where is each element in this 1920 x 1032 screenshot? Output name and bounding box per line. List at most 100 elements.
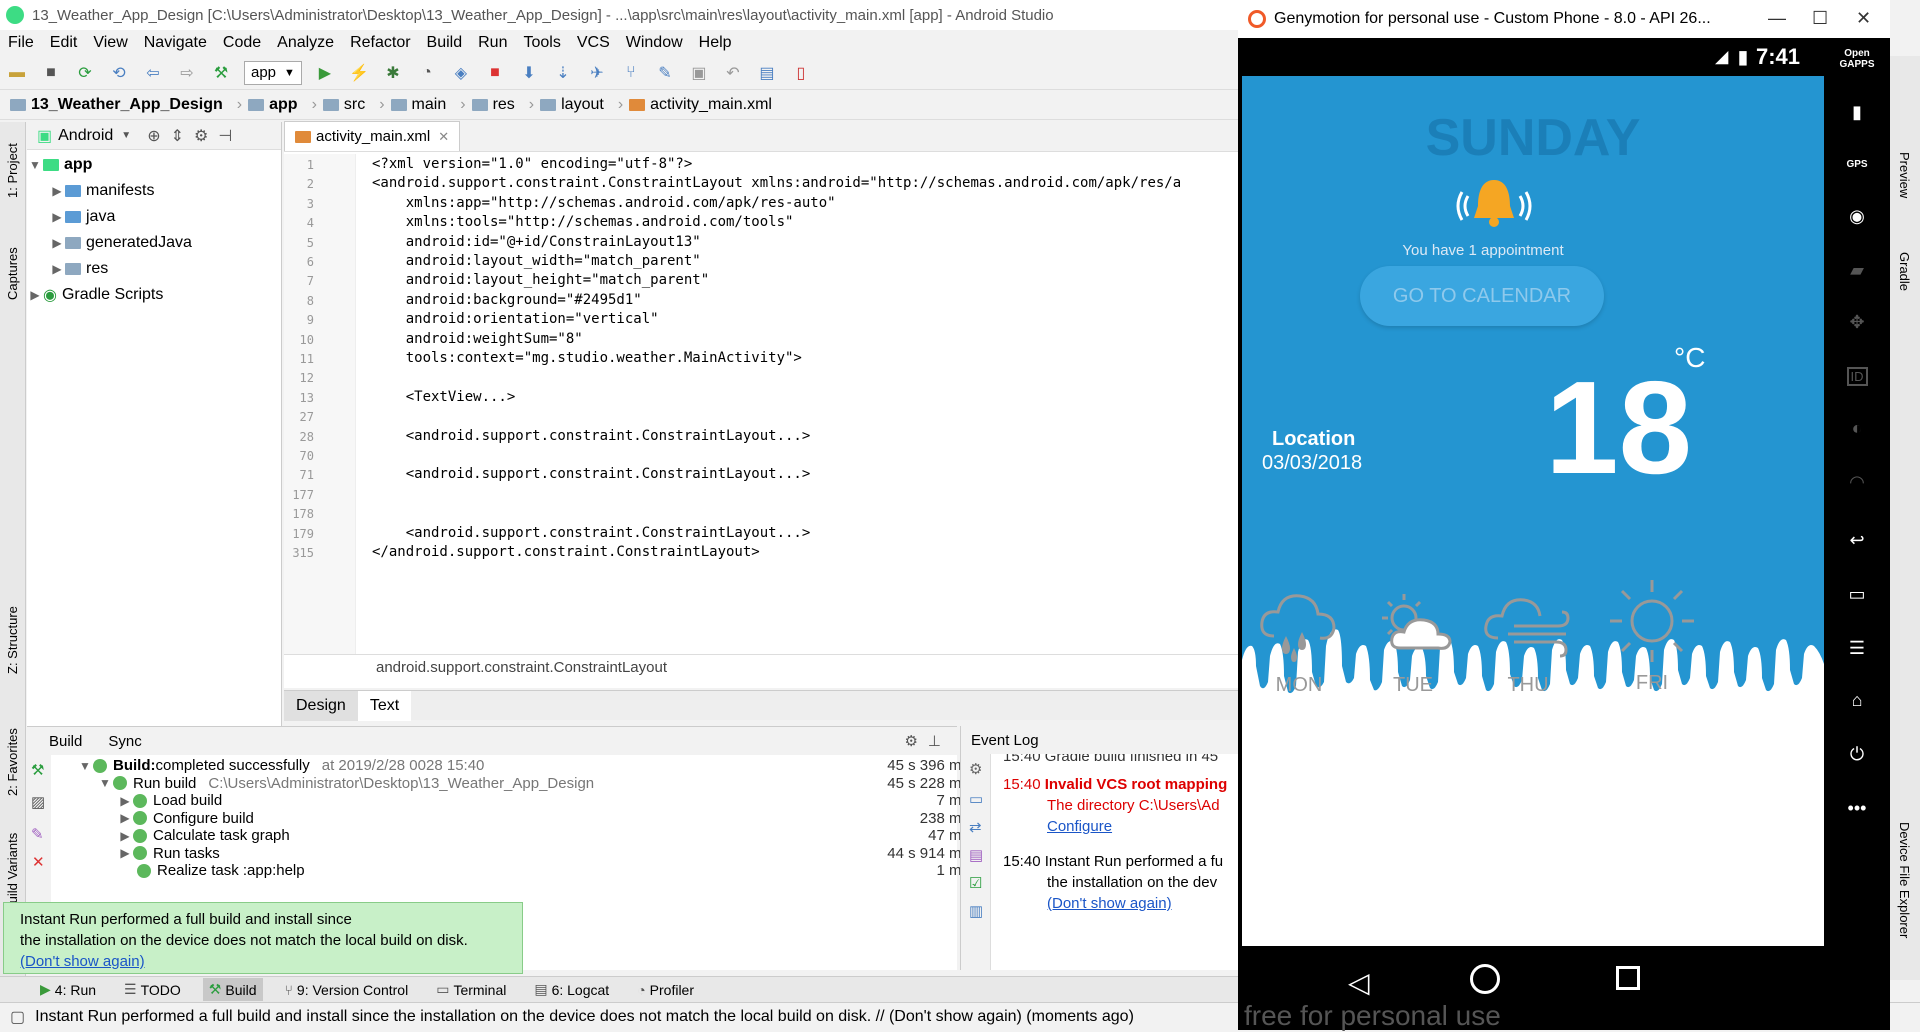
identifiers-icon[interactable]: ID [1840, 362, 1874, 390]
crumb-res[interactable]: res [471, 96, 515, 114]
tree-item-res[interactable]: ▶ res [27, 256, 281, 282]
crumb-src[interactable]: src [322, 96, 365, 114]
gps-icon[interactable]: GPS [1840, 150, 1874, 178]
menu-window[interactable]: Window [626, 34, 683, 52]
minimize-icon[interactable]: ⊥ [928, 732, 941, 750]
code-line[interactable]: <android.support.constraint.ConstraintLa… [372, 428, 811, 444]
crumb-app[interactable]: app [248, 96, 298, 114]
tool-todo[interactable]: ☰ TODO [124, 981, 181, 998]
editor-breadcrumb[interactable]: android.support.constraint.ConstraintLay… [284, 654, 1240, 680]
genymotion-device-icon[interactable]: ▯ [790, 62, 812, 84]
close-icon[interactable]: ✕ [438, 129, 449, 145]
status-icon[interactable]: ▢ [10, 1007, 25, 1027]
chevron-down-icon[interactable]: ▼ [97, 776, 113, 790]
menu-refactor[interactable]: Refactor [350, 34, 410, 52]
trash-icon[interactable]: ▥ [969, 902, 990, 920]
target-icon[interactable]: ⊕ [147, 126, 160, 146]
tool-project[interactable]: 1: Project [5, 143, 20, 198]
chevron-right-icon[interactable]: ▶ [49, 210, 65, 224]
code-line[interactable]: android:background="#2495d1" [372, 292, 642, 308]
chevron-right-icon[interactable]: ▶ [49, 236, 65, 250]
code-line[interactable]: </android.support.constraint.ConstraintL… [372, 544, 760, 560]
tab-build[interactable]: Build [49, 733, 82, 750]
tool-captures[interactable]: Captures [5, 247, 20, 300]
power-icon[interactable]: ⏻ [1840, 740, 1874, 768]
chevron-right-icon[interactable]: ▶ [117, 794, 133, 808]
chevron-right-icon[interactable]: ▶ [49, 184, 65, 198]
tree-item-generatedjava[interactable]: ▶ generatedJava [27, 230, 281, 256]
tool-terminal[interactable]: ▭ Terminal [436, 981, 506, 998]
disk-io-icon[interactable]: ◐ [1840, 414, 1874, 442]
gear-icon[interactable]: ⚙ [194, 126, 208, 146]
chevron-right-icon[interactable]: ▶ [117, 811, 133, 825]
tab-design[interactable]: Design [284, 691, 358, 721]
menu-tools[interactable]: Tools [523, 34, 560, 52]
debug-bug-icon[interactable]: ✱ [382, 62, 404, 84]
chevron-right-icon[interactable]: ▶ [117, 829, 133, 843]
close-icon[interactable]: ✕ [32, 853, 51, 871]
tool-gradle[interactable]: Gradle [1897, 252, 1912, 291]
sync-icon[interactable]: ⟳ [74, 62, 96, 84]
run-configuration-select[interactable]: app ▼ [244, 60, 302, 85]
close-icon[interactable]: ✕ [1856, 8, 1871, 29]
code-line[interactable]: android:orientation="vertical" [372, 311, 659, 327]
code-line[interactable]: xmlns:app="http://schemas.android.com/ap… [372, 195, 836, 211]
dont-show-again-link[interactable]: (Don't show again) [1047, 895, 1172, 912]
check-icon[interactable]: ☑ [969, 874, 990, 892]
tab-activity-main-xml[interactable]: activity_main.xml ✕ [284, 121, 461, 151]
code-line[interactable]: <?xml version="1.0" encoding="utf-8"?> [372, 156, 692, 172]
pin-icon[interactable]: ✎ [31, 825, 51, 843]
minimize-icon[interactable]: — [1768, 8, 1786, 29]
menu-vcs[interactable]: VCS [577, 34, 610, 52]
project-structure-icon[interactable]: ▤ [756, 62, 778, 84]
more-icon[interactable]: ••• [1840, 794, 1874, 822]
crumb-main[interactable]: main [390, 96, 446, 114]
tab-text[interactable]: Text [357, 691, 412, 721]
code-area[interactable]: 1 <?xml version="1.0" encoding="utf-8"?> 2… [284, 154, 1240, 654]
webcam-icon[interactable]: ◉ [1840, 202, 1874, 230]
tool-favorites[interactable]: 2: Favorites [5, 728, 20, 796]
home-icon[interactable] [1470, 964, 1500, 994]
tool-preview[interactable]: Preview [1897, 152, 1912, 198]
remote-control-icon[interactable]: ✥ [1840, 308, 1874, 336]
configure-link[interactable]: Configure [1047, 818, 1112, 835]
avd-manager-icon[interactable]: ⇣ [552, 62, 574, 84]
battery-icon[interactable]: ▮ [1840, 98, 1874, 126]
screencast-icon[interactable]: ▰ [1840, 256, 1874, 284]
crumb-layout[interactable]: layout [540, 96, 604, 114]
save-icon[interactable]: ■ [40, 62, 62, 84]
go-to-calendar-button[interactable]: GO TO CALENDAR [1360, 266, 1604, 326]
reload-icon[interactable]: ⟲ [108, 62, 130, 84]
open-folder-icon[interactable]: ▬ [6, 62, 28, 84]
crumb-file[interactable]: activity_main.xml [629, 96, 772, 114]
menu-help[interactable]: Help [699, 34, 732, 52]
menu-build[interactable]: Build [427, 34, 463, 52]
tool-build-variants[interactable]: Build Variants [5, 833, 20, 912]
recents-icon[interactable] [1616, 966, 1640, 990]
menu-icon[interactable]: ☰ [1840, 634, 1874, 662]
gear-icon[interactable]: ⚙ [904, 732, 917, 750]
tab-sync[interactable]: Sync [108, 733, 141, 750]
history-icon[interactable]: ▣ [688, 62, 710, 84]
chevron-right-icon[interactable]: ▶ [27, 288, 43, 302]
back-button-icon[interactable]: ↩ [1840, 526, 1874, 554]
tree-item-java[interactable]: ▶ java [27, 204, 281, 230]
tree-item-gradle-scripts[interactable]: ▶ ◉ Gradle Scripts [27, 282, 281, 308]
hammer-icon[interactable]: ⚒ [31, 761, 51, 779]
comment-icon[interactable]: ▭ [969, 790, 990, 808]
code-line[interactable]: <android.support.constraint.ConstraintLa… [372, 466, 811, 482]
code-line[interactable]: android:id="@+id/ConstrainLayout13" [372, 234, 701, 250]
menu-navigate[interactable]: Navigate [144, 34, 207, 52]
scroll-icon[interactable]: ▤ [969, 846, 990, 864]
back-icon[interactable]: ◁ [1348, 966, 1370, 999]
vcs-icon[interactable]: ⑂ [620, 62, 642, 84]
tool-device-file-explorer[interactable]: Device File Explorer [1897, 822, 1912, 938]
profile-icon[interactable]: ◔ [416, 62, 438, 84]
tree-item-app[interactable]: ▼ app [27, 152, 281, 178]
wrap-icon[interactable]: ⇄ [969, 818, 990, 836]
tool-run[interactable]: ▶ 4: Run [40, 981, 96, 998]
tool-logcat[interactable]: ▤ 6: Logcat [534, 981, 609, 998]
tool-version-control[interactable]: ⑂ 9: Version Control [285, 982, 409, 998]
menu-file[interactable]: File [8, 34, 34, 52]
back-arrow-icon[interactable]: ⇦ [142, 62, 164, 84]
